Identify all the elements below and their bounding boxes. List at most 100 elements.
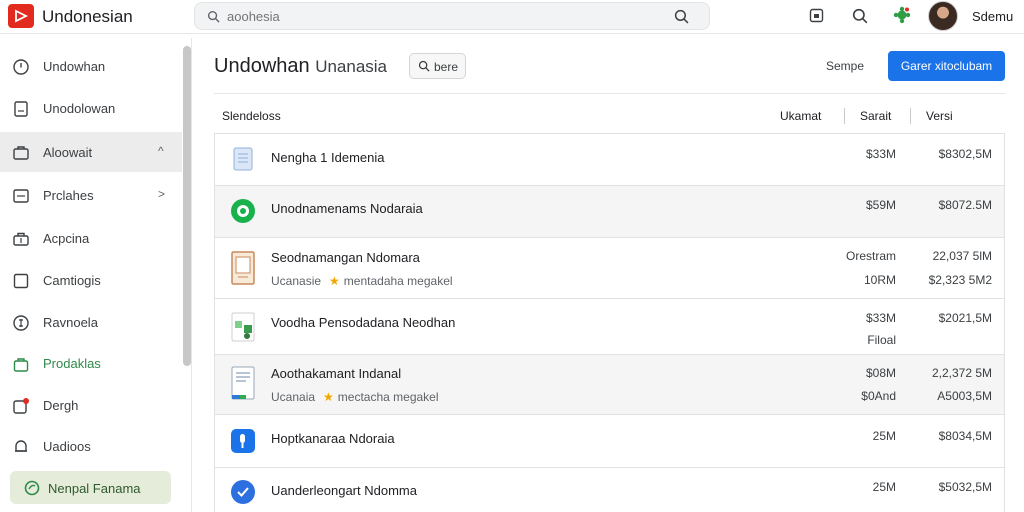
sidebar-item-ravnoela[interactable]: Ravnoela: [0, 302, 182, 342]
row-value-versi: $5032,5M: [938, 480, 992, 494]
row-name: Voodha Pensodadana Neodhan: [271, 315, 456, 330]
row-value-versi: $8034,5M: [938, 429, 992, 443]
row-value-versi: $8072.5M: [938, 198, 992, 212]
sidebar-item-uadioos[interactable]: Uadioos: [0, 426, 182, 466]
column-header-versi[interactable]: Versi: [926, 109, 953, 123]
sidebar-action-button[interactable]: Nenpal Fanama: [10, 471, 171, 504]
avatar[interactable]: [928, 1, 958, 31]
filter-chip-label: bere: [434, 60, 459, 74]
doc-icon: [233, 147, 253, 171]
table-row[interactable]: Seodnamangan Ndomara Ucanasie ★ mentadaha …: [215, 238, 1004, 299]
row-name: Hoptkanaraa Ndoraia: [271, 431, 395, 446]
row-tag: mentadaha megakel: [343, 274, 453, 288]
filter-chip[interactable]: bere: [409, 53, 466, 79]
row-value-ukamat: 25M: [872, 480, 896, 494]
search-bar[interactable]: [194, 2, 710, 30]
search-icon[interactable]: [852, 8, 868, 24]
chevron-up-icon[interactable]: ^: [158, 144, 164, 158]
sidebar-item-dergh[interactable]: Dergh: [0, 385, 182, 425]
sidebar-item-undowhan[interactable]: Undowhan: [0, 46, 182, 86]
sidebar-item-acpcina[interactable]: Acpcina: [0, 218, 182, 258]
row-value-ukamat: 25M: [872, 429, 896, 443]
page-subtitle: Unanasia: [315, 57, 388, 76]
row-name: Unodnamenams Nodaraia: [271, 201, 423, 216]
sidebar-item-aloowait[interactable]: Aloowait ^: [0, 132, 182, 172]
search-icon: [418, 60, 430, 72]
image-icon: [13, 189, 29, 203]
clock-icon: [13, 59, 29, 75]
top-bar: Undonesian Sdemu: [0, 0, 1024, 34]
row-value-versi-2: $2,323 5M2: [928, 273, 992, 287]
star-icon: ★: [329, 274, 340, 288]
document-icon: [14, 101, 28, 117]
sidebar-item-label: Camtiogis: [43, 273, 101, 288]
search-input[interactable]: [227, 7, 647, 26]
row-value-ukamat: $59M: [865, 198, 896, 212]
table-row[interactable]: Unodnamenams Nodaraia $59M $8072.5M: [215, 186, 1004, 238]
app-logo-icon[interactable]: [8, 4, 34, 28]
row-value-ukamat: $08M: [865, 366, 896, 380]
row-name: Seodnamangan Ndomara: [271, 250, 420, 265]
row-subtitle: Ucanasie ★ mentadaha megakel: [271, 274, 453, 288]
column-header-sarait[interactable]: Sarait: [860, 109, 891, 123]
search-icon: [207, 10, 220, 23]
row-value-ukamat-2: Filoal: [867, 333, 896, 347]
sidebar-item-label: Uadioos: [43, 439, 91, 454]
row-value-ukamat: $33M: [865, 311, 896, 325]
row-value-versi: $8302,5M: [938, 147, 992, 161]
row-category: Ucanaia: [271, 390, 316, 404]
row-value-versi: 22,037 5lM: [932, 249, 992, 263]
chevron-right-icon[interactable]: >: [158, 187, 165, 201]
row-name: Nengha 1 Idemenia: [271, 150, 385, 165]
username[interactable]: Sdemu: [972, 9, 1013, 24]
sidebar-scrollbar[interactable]: [183, 46, 191, 366]
search-submit-icon[interactable]: [674, 9, 689, 24]
column-header-ukamat[interactable]: Ukamat: [780, 109, 821, 123]
column-divider: [844, 108, 845, 124]
leaf-icon: [24, 480, 40, 496]
sidebar-item-label: Prodaklas: [43, 356, 101, 371]
sidebar-item-label: Dergh: [43, 398, 79, 413]
sidebar-item-camtiogis[interactable]: Camtiogis: [0, 260, 182, 300]
table-row[interactable]: Nengha 1 Idemenia $33M $8302,5M: [215, 134, 1004, 186]
table-header: Slendeloss Ukamat Sarait Versi: [214, 93, 1005, 133]
sidebar: Undowhan Unodolowan Aloowait ^ Prclahes …: [0, 38, 192, 512]
row-value-versi: 2,2,372 5M: [931, 366, 992, 380]
sidebar-item-label: Prclahes: [43, 188, 94, 203]
table-row[interactable]: Voodha Pensodadana Neodhan $33M Filoal $…: [215, 299, 1004, 355]
page-title-text: Undowhan: [214, 55, 310, 77]
sidebar-item-label: Undowhan: [43, 59, 106, 74]
row-subtitle: Ucanaia ★ mectacha megakel: [271, 390, 439, 404]
coin-icon: [13, 315, 29, 331]
table-row[interactable]: Uanderleongart Ndomma 25M $5032,5M: [215, 468, 1004, 512]
primary-action-button[interactable]: Garer xitoclubam: [888, 51, 1005, 81]
column-header-name[interactable]: Slendeloss: [222, 109, 281, 123]
bell-icon: [15, 440, 27, 452]
certificate-icon: [231, 251, 255, 285]
sidebar-item-label: Aloowait: [43, 145, 93, 160]
table-row[interactable]: Hoptkanaraa Ndoraia 25M $8034,5M: [215, 415, 1004, 468]
sidebar-item-label: Ravnoela: [43, 315, 98, 330]
table-row[interactable]: Aoothakamant Indanal Ucanaia ★ mectacha me…: [215, 355, 1004, 415]
report-icon: [231, 366, 255, 400]
window-icon[interactable]: [809, 8, 824, 23]
sort-dropdown[interactable]: Sempe: [826, 59, 864, 73]
app-title: Undonesian: [42, 7, 133, 26]
box-icon: [13, 273, 29, 289]
sidebar-item-prclahes[interactable]: Prclahes >: [0, 175, 182, 215]
row-name: Aoothakamant Indanal: [271, 366, 402, 381]
sidebar-item-label: Acpcina: [43, 231, 90, 246]
row-value-ukamat-2: $0And: [861, 389, 896, 403]
extension-icon[interactable]: [893, 6, 911, 24]
sidebar-item-label: Unodolowan: [43, 101, 116, 116]
check-circle-icon: [231, 480, 255, 504]
notification-icon: [13, 398, 29, 414]
table-body: Nengha 1 Idemenia $33M $8302,5M Unodname…: [214, 133, 1005, 512]
row-category: Ucanasie: [271, 274, 322, 288]
sidebar-item-prodaklas[interactable]: Prodaklas: [0, 343, 182, 383]
sidebar-item-unodolowan[interactable]: Unodolowan: [0, 88, 182, 128]
star-icon: ★: [323, 390, 334, 404]
chat-icon: [231, 199, 255, 223]
app-icon: [231, 429, 255, 453]
row-value-versi: $2021,5M: [938, 311, 992, 325]
